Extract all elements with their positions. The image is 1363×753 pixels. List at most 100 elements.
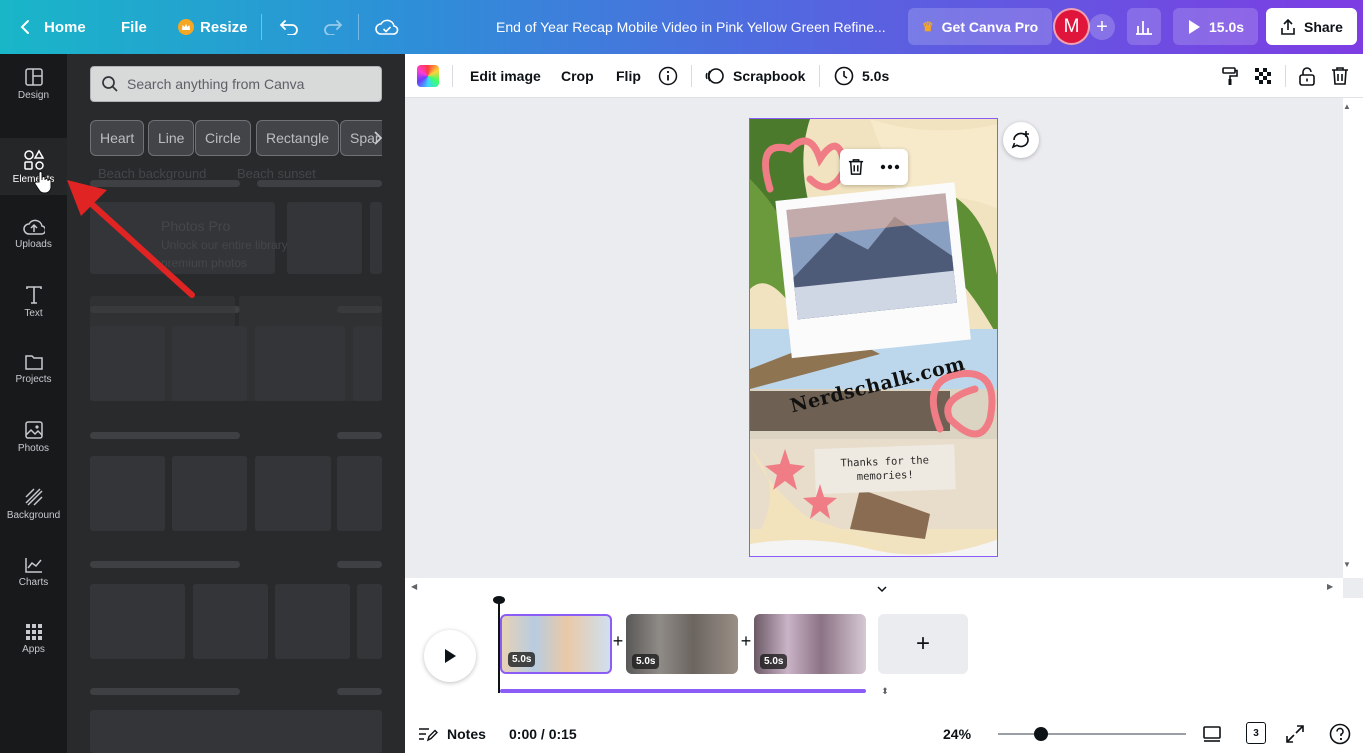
redo-button[interactable] — [323, 0, 343, 54]
grid-view-button[interactable] — [1202, 724, 1222, 749]
annotation-arrow-icon — [67, 180, 195, 298]
rail-item-background[interactable]: Background — [0, 474, 67, 534]
transparency-button[interactable] — [1253, 54, 1273, 98]
zoom-percentage[interactable]: 24% — [943, 715, 971, 753]
timeline-toggle-button[interactable] — [861, 585, 903, 598]
zoom-slider-track[interactable] — [998, 733, 1186, 735]
timeline-play-button[interactable] — [424, 630, 476, 682]
rail-item-label: Projects — [15, 374, 52, 385]
fullscreen-button[interactable] — [1285, 724, 1305, 749]
trash-icon — [1332, 67, 1348, 85]
unlock-icon — [1299, 67, 1315, 86]
timeline-clip[interactable]: 5.0s — [626, 614, 738, 674]
notes-button[interactable]: Notes — [418, 715, 486, 753]
playhead-handle[interactable] — [493, 596, 505, 604]
crop-button[interactable]: Crop — [561, 54, 594, 98]
share-button[interactable]: Share — [1266, 8, 1357, 45]
notes-icon — [419, 728, 438, 742]
chevron-left-icon — [20, 20, 29, 34]
rail-item-label: Background — [6, 510, 61, 521]
plus-icon: + — [915, 630, 930, 657]
cloud-save-status[interactable] — [375, 0, 399, 54]
grid-view-icon — [1203, 726, 1221, 742]
rail-item-label: Design — [17, 90, 50, 101]
resize-label: Resize — [200, 18, 248, 36]
note-text: Thanks for the memories! — [840, 454, 930, 483]
fullscreen-icon — [1286, 725, 1304, 743]
uploads-icon — [22, 219, 45, 235]
home-button[interactable]: Home — [20, 0, 86, 54]
timeline-track-bar[interactable] — [500, 689, 866, 693]
get-pro-label: Get Canva Pro — [941, 18, 1039, 35]
help-button[interactable] — [1329, 723, 1351, 750]
clip-duration: 5.0s — [760, 654, 788, 669]
avatar[interactable]: M — [1053, 8, 1090, 45]
play-preview-button[interactable]: 15.0s — [1173, 8, 1259, 45]
rail-item-photos[interactable]: Photos — [0, 407, 67, 467]
zoom-text: 24% — [943, 726, 972, 742]
top-bar: Home File Resize End of Year Recap Mobil… — [0, 0, 1363, 54]
plus-icon: + — [1096, 15, 1108, 38]
horizontal-scrollbar[interactable]: ◀ ▶ — [405, 578, 1343, 598]
trash-icon[interactable] — [848, 158, 864, 176]
document-title[interactable]: End of Year Recap Mobile Video in Pink Y… — [496, 0, 886, 54]
scrapbook-label: Scrapbook — [733, 68, 806, 84]
add-comment-button[interactable] — [1003, 122, 1039, 158]
invite-button[interactable]: + — [1089, 14, 1115, 40]
rail-item-charts[interactable]: Charts — [0, 542, 67, 602]
copy-style-button[interactable] — [1221, 54, 1239, 98]
flip-button[interactable]: Flip — [616, 54, 641, 98]
bar-chart-icon — [1136, 20, 1152, 35]
crop-label: Crop — [561, 68, 594, 84]
rail-item-label: Photos — [17, 443, 50, 454]
color-picker-button[interactable] — [417, 54, 439, 98]
play-icon — [1189, 19, 1200, 34]
add-transition-button[interactable]: + — [739, 632, 753, 650]
divider — [358, 14, 359, 40]
add-transition-button[interactable]: + — [611, 632, 625, 650]
vertical-scrollbar[interactable]: ▲ ▼ — [1343, 98, 1363, 578]
duration-label: 5.0s — [862, 68, 890, 84]
clock-icon — [834, 66, 854, 86]
zoom-slider-thumb[interactable] — [1034, 727, 1048, 741]
background-icon — [24, 488, 43, 506]
avatar-initial: M — [1063, 15, 1080, 37]
divider — [819, 65, 820, 87]
info-button[interactable] — [658, 54, 678, 98]
scroll-right-icon: ▶ — [1327, 582, 1334, 591]
projects-icon — [24, 355, 43, 370]
insights-button[interactable] — [1127, 8, 1161, 45]
divider — [1285, 65, 1286, 87]
rail-item-projects[interactable]: Projects — [0, 339, 67, 399]
add-page-button[interactable]: + — [878, 614, 968, 674]
undo-button[interactable] — [279, 0, 299, 54]
color-swatch-icon — [417, 65, 439, 87]
timeline: 5.0s + 5.0s + 5.0s + ⬍ — [405, 596, 1363, 715]
timeline-clip[interactable]: 5.0s — [754, 614, 866, 674]
info-icon — [658, 66, 678, 86]
duration-button[interactable]: 5.0s — [834, 54, 889, 98]
scroll-left-icon: ◀ — [411, 582, 418, 591]
get-canva-pro-button[interactable]: ♛ Get Canva Pro — [908, 8, 1053, 45]
resize-button[interactable]: Resize — [178, 0, 248, 54]
document-title-text: End of Year Recap Mobile Video in Pink Y… — [496, 19, 886, 35]
scrapbook-animation-button[interactable]: Scrapbook — [705, 54, 805, 98]
page-count-text: 3 — [1253, 727, 1259, 739]
lock-button[interactable] — [1298, 54, 1316, 98]
more-options-icon[interactable] — [880, 164, 900, 170]
rail-item-design[interactable]: Design — [0, 54, 67, 114]
scroll-down-icon: ▼ — [1343, 560, 1351, 569]
scroll-up-icon: ▲ — [1343, 102, 1351, 111]
rail-item-apps[interactable]: Apps — [0, 609, 67, 669]
time-display: 0:00 / 0:15 — [509, 715, 577, 753]
timeline-clip[interactable]: 5.0s — [500, 614, 612, 674]
drag-handle-icon[interactable]: ⬍ — [877, 686, 893, 696]
animation-icon — [705, 68, 724, 84]
delete-button[interactable] — [1331, 54, 1349, 98]
file-menu-button[interactable]: File — [121, 0, 147, 54]
page-count-button[interactable]: 3 — [1246, 722, 1266, 744]
share-icon — [1281, 18, 1295, 35]
crown-icon: ♛ — [922, 18, 934, 34]
apps-icon — [25, 624, 42, 640]
edit-image-button[interactable]: Edit image — [470, 54, 541, 98]
